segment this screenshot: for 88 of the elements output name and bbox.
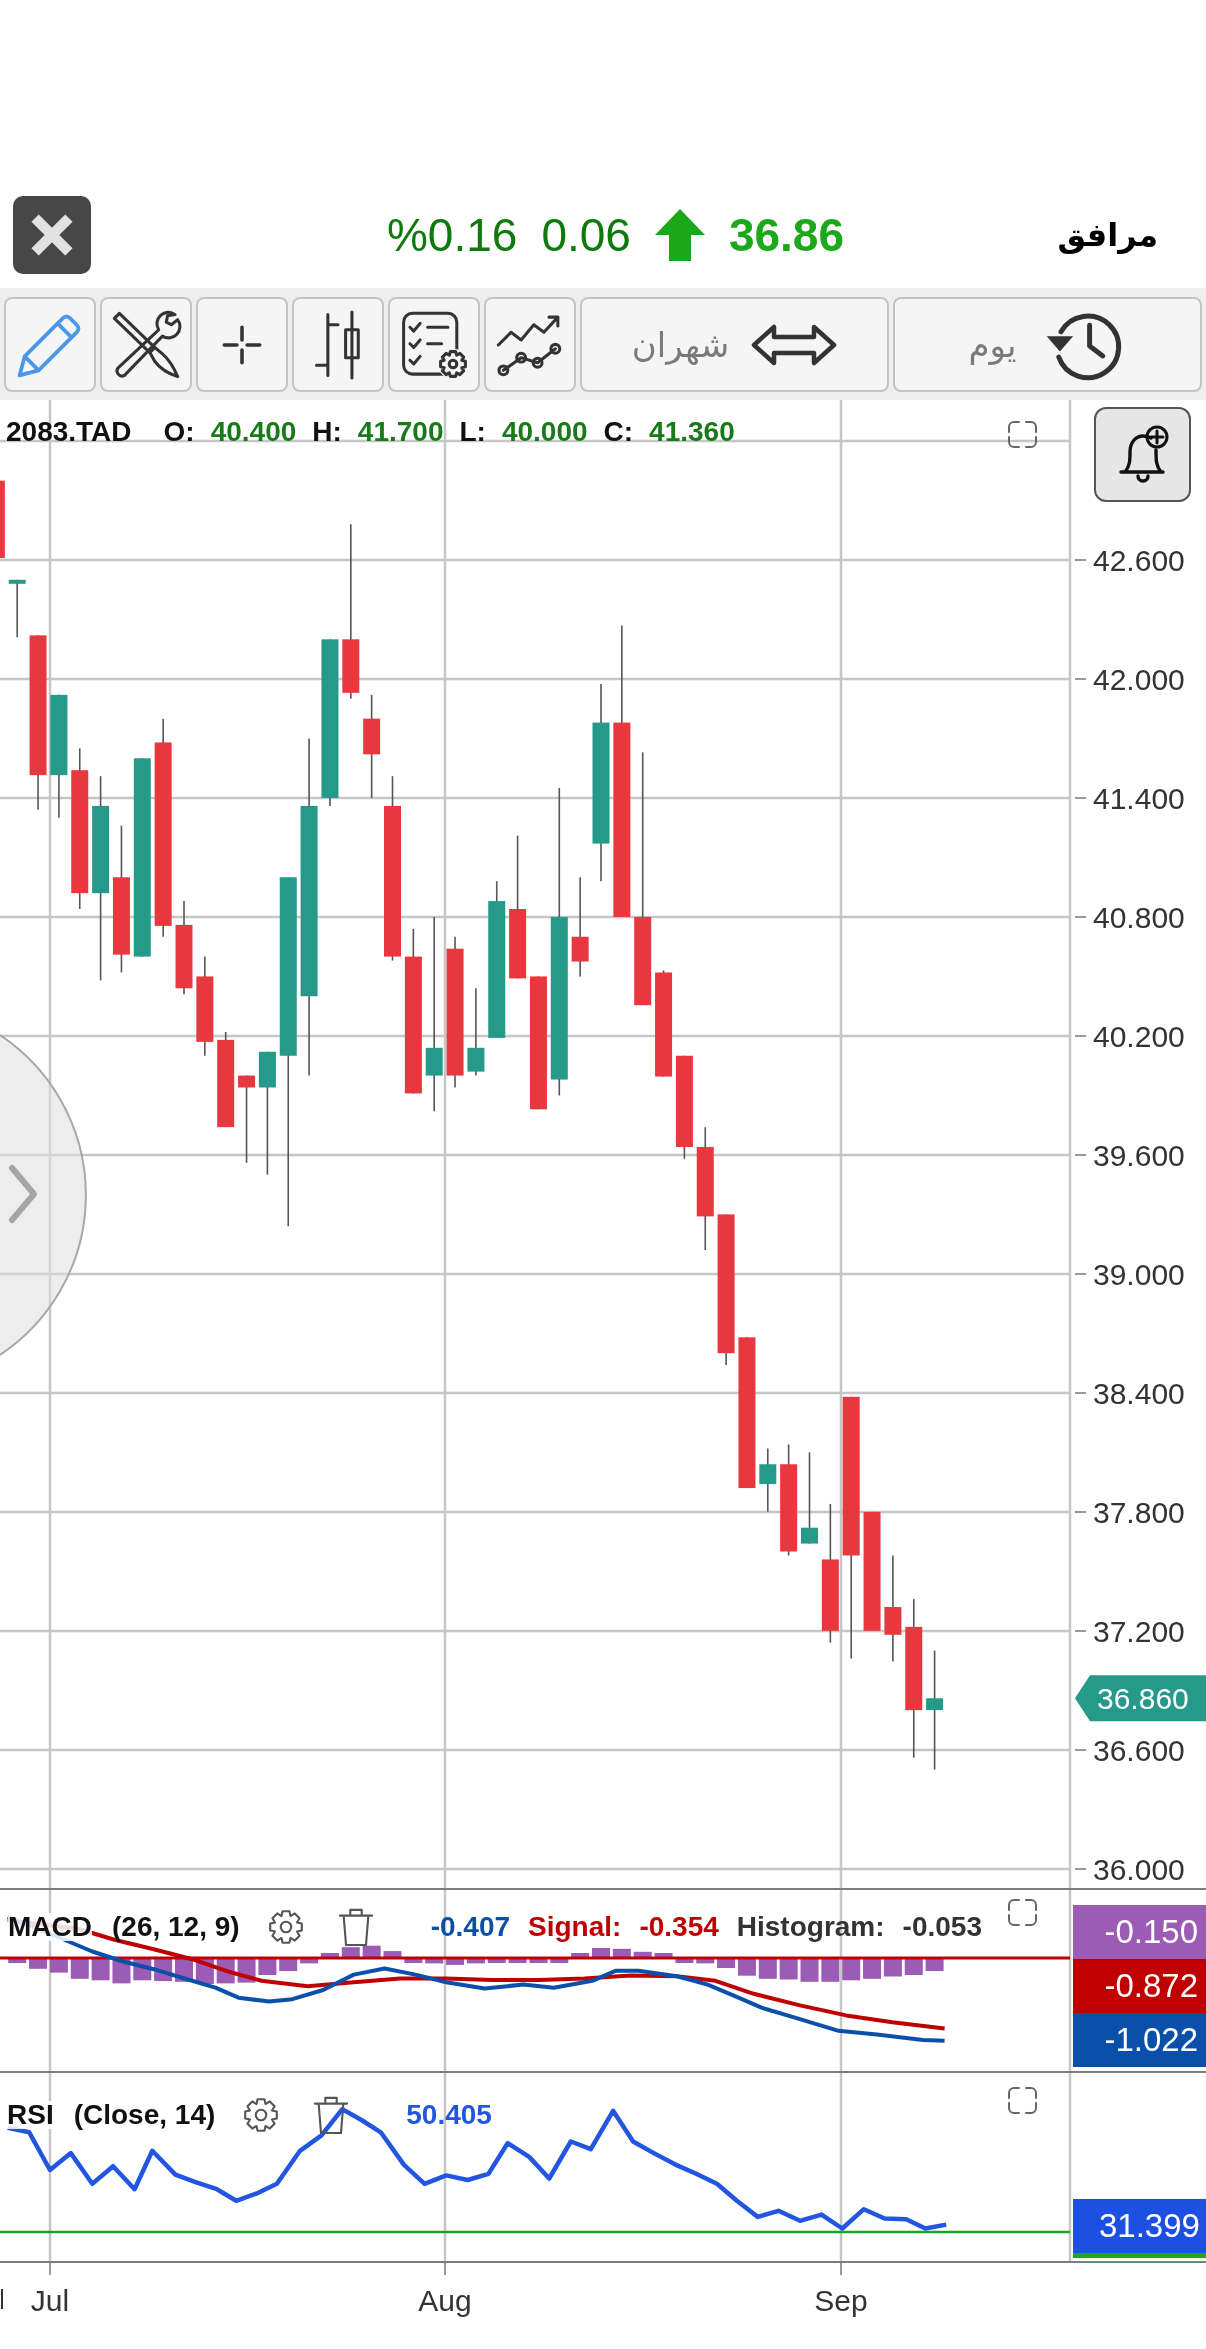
histogram-bar: [529, 1958, 548, 1963]
histogram-bar: [8, 1958, 27, 1963]
price-label: 42.000: [1093, 662, 1185, 696]
price-label: 40.800: [1093, 900, 1185, 934]
histogram-bar: [341, 1947, 360, 1958]
indicator-value-tag: -1.022: [1073, 2013, 1206, 2067]
symbol-name: مرافق: [1057, 216, 1158, 254]
indicator-name: MACD: [8, 1913, 92, 1941]
histogram-bar: [779, 1958, 798, 1980]
rsi-value: 50.405: [406, 2101, 492, 2129]
ohlc-label: C:: [603, 418, 634, 446]
histogram-bar: [592, 1948, 610, 1958]
last-price: 36.86: [728, 208, 845, 262]
price-label: 37.200: [1093, 1614, 1185, 1648]
histogram-bar: [487, 1958, 506, 1963]
histogram-bar: [383, 1951, 402, 1958]
price-label: 39.000: [1093, 1257, 1185, 1291]
range-button[interactable]: شهران: [580, 297, 889, 392]
ohlc-value: 41.360: [649, 418, 735, 446]
ohlc-value: 41.700: [357, 418, 444, 446]
change-value: 0.06: [541, 208, 631, 262]
indicators-button[interactable]: [388, 297, 480, 392]
last-price-tag: 36.860: [1075, 1675, 1206, 1722]
fullscreen-icon[interactable]: [1007, 420, 1038, 449]
settings-icon[interactable]: [266, 1907, 305, 1947]
ohlc-label: L:: [459, 418, 486, 446]
candle: [759, 1447, 777, 1513]
histogram-bar: [550, 1958, 569, 1963]
histogram-bar: [675, 1958, 694, 1963]
histogram-bar: [70, 1958, 89, 1979]
month-label: Sep: [814, 2284, 868, 2317]
histogram-bar: [571, 1953, 590, 1958]
histogram-bar: [612, 1948, 631, 1958]
settings-icon[interactable]: [242, 2095, 281, 2135]
histogram-bar: [404, 1958, 423, 1963]
fullscreen-icon[interactable]: [1007, 1898, 1038, 1927]
signal-label: Signal:: [528, 1913, 622, 1941]
price-label: 36.000: [1093, 1852, 1185, 1886]
signal-value: -0.354: [639, 1913, 719, 1941]
indicator-value-tag: -0.872: [1073, 1959, 1206, 2013]
histogram-bar: [91, 1958, 110, 1981]
ohlc-label: O:: [163, 418, 195, 446]
chevron-right-icon: [9, 1165, 37, 1223]
price-label: 42.600: [1093, 543, 1185, 577]
tools-button[interactable]: [100, 297, 192, 392]
indicator-parameters: (Close, 14): [73, 2101, 216, 2129]
price-label: 41.400: [1093, 781, 1185, 815]
add-alert-button[interactable]: [1094, 407, 1191, 502]
macd-value: -0.407: [430, 1913, 511, 1941]
close-button[interactable]: [13, 196, 91, 274]
ohlc-value: 40.000: [501, 418, 588, 446]
interval-button[interactable]: يوم: [893, 297, 1202, 392]
drawer-handle[interactable]: [0, 1034, 88, 1356]
ohlc-label: H:: [312, 418, 342, 446]
indicator-name: RSI: [7, 2101, 54, 2129]
candle: [8, 579, 26, 639]
price-label: 36.600: [1093, 1733, 1185, 1767]
crosshair-button[interactable]: [196, 297, 288, 392]
trash-icon[interactable]: [312, 2095, 351, 2135]
histogram-bar: [633, 1951, 652, 1958]
histogram-bar: [425, 1958, 444, 1964]
ticker-symbol: 2083.TAD: [6, 418, 132, 446]
rsi-value-tag: 31.399: [1073, 2199, 1206, 2253]
price-label: 37.800: [1093, 1495, 1185, 1529]
histogram-bar: [654, 1953, 673, 1958]
month-label: Aug: [418, 2284, 472, 2317]
histogram-bar: [758, 1958, 777, 1979]
histogram-bar: [508, 1958, 527, 1963]
line-chart-button[interactable]: [484, 297, 576, 392]
histogram-value: -0.053: [902, 1913, 982, 1941]
histogram-bar: [800, 1958, 819, 1982]
month-label: Jul: [30, 2284, 70, 2317]
histogram-bar: [29, 1958, 48, 1969]
ohlc-value: 40.400: [210, 418, 297, 446]
histogram-label: Histogram:: [736, 1913, 885, 1941]
chart-type-button[interactable]: [292, 297, 384, 392]
indicator-value-tag: -0.150: [1073, 1905, 1206, 1959]
histogram-bar: [842, 1958, 861, 1981]
histogram-bar: [696, 1958, 715, 1964]
histogram-bar: [821, 1958, 840, 1982]
price-label: 40.200: [1093, 1019, 1185, 1053]
price-label: 38.400: [1093, 1376, 1185, 1410]
indicator-parameters: (26, 12, 9): [112, 1913, 240, 1941]
trash-icon[interactable]: [336, 1907, 375, 1947]
price-label: 39.600: [1093, 1138, 1185, 1172]
change-percent: %0.16: [386, 208, 518, 262]
fullscreen-icon[interactable]: [1007, 2086, 1038, 2115]
histogram-bar: [863, 1958, 882, 1979]
